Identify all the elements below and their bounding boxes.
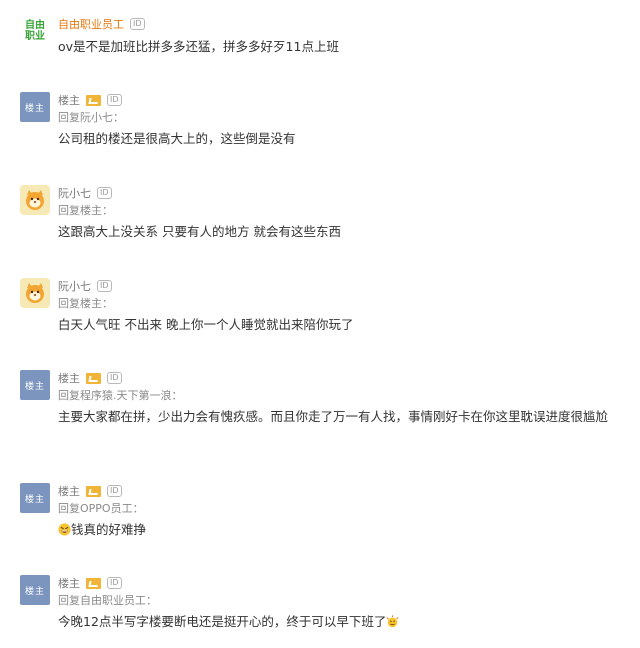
- comment-content: 这跟高大上没关系 只要有人的地方 就会有这些东西: [58, 224, 341, 239]
- host-avatar-text: 楼主: [24, 494, 45, 505]
- comment-content: 公司租的楼还是很高大上的，这些倒是没有: [58, 131, 296, 146]
- reply-to[interactable]: 回复楼主：: [58, 202, 113, 218]
- username[interactable]: 楼主: [58, 483, 80, 499]
- id-badge: ID: [97, 280, 112, 292]
- comment-text: 钱真的好难挣: [71, 522, 147, 537]
- avatar[interactable]: [20, 278, 50, 308]
- comment-meta: 楼主 ID: [58, 92, 122, 108]
- username[interactable]: 楼主: [58, 370, 80, 386]
- vip-badge-icon: [86, 577, 101, 589]
- comment-meta: 楼主 ID: [58, 370, 122, 386]
- id-badge: ID: [107, 485, 122, 497]
- host-avatar-text: 楼主: [24, 103, 45, 114]
- reply-to[interactable]: 回复程序猿.天下第一浪：: [58, 387, 183, 403]
- comment-meta: 自由职业员工 ID: [58, 16, 145, 32]
- username[interactable]: 自由职业员工: [58, 16, 124, 32]
- id-badge: ID: [107, 577, 122, 589]
- avatar[interactable]: 自由职业: [20, 16, 50, 46]
- avatar[interactable]: 楼主: [20, 483, 50, 513]
- cat-face-icon: [26, 283, 44, 303]
- id-badge: ID: [130, 18, 145, 30]
- comment-thread: 自由职业 自由职业员工 ID ov是不是加班比拼多多还猛，拼多多好歹11点上班 …: [0, 0, 640, 648]
- comment-content: ov是不是加班比拼多多还猛，拼多多好歹11点上班: [58, 39, 339, 54]
- comment-content: 白天人气旺 不出来 晚上你一个人睡觉就出来陪你玩了: [58, 317, 354, 332]
- reply-to[interactable]: 回复OPPO员工：: [58, 500, 144, 516]
- comment-content: 钱真的好难挣: [58, 519, 622, 540]
- host-avatar-text: 楼主: [24, 586, 45, 597]
- id-badge: ID: [97, 187, 112, 199]
- vip-badge-icon: [86, 94, 101, 106]
- celebration-emoji: [386, 615, 399, 628]
- comment-text: 今晚12点半写字楼要断电还是挺开心的，终于可以早下班了: [58, 614, 387, 629]
- host-avatar-text: 楼主: [24, 381, 45, 392]
- comment-meta: 楼主 ID: [58, 575, 122, 591]
- comment-meta: 阮小七 ID: [58, 185, 112, 201]
- avatar[interactable]: 楼主: [20, 92, 50, 122]
- username[interactable]: 楼主: [58, 92, 80, 108]
- vip-badge-icon: [86, 372, 101, 384]
- comment-content: 今晚12点半写字楼要断电还是挺开心的，终于可以早下班了: [58, 611, 622, 632]
- cat-face-icon: [26, 190, 44, 210]
- id-badge: ID: [107, 372, 122, 384]
- comment-meta: 阮小七 ID: [58, 278, 112, 294]
- comment-content: 主要大家都在拼，少出力会有愧疚感。而且你走了万一有人找，事情刚好卡在你这里耽误进…: [58, 409, 609, 424]
- username[interactable]: 楼主: [58, 575, 80, 591]
- reply-to[interactable]: 回复楼主：: [58, 295, 113, 311]
- avatar[interactable]: 楼主: [20, 370, 50, 400]
- avatar[interactable]: [20, 185, 50, 215]
- id-badge: ID: [107, 94, 122, 106]
- comment-meta: 楼主 ID: [58, 483, 122, 499]
- grinning-face-emoji: [58, 523, 71, 536]
- avatar[interactable]: 楼主: [20, 575, 50, 605]
- vip-badge-icon: [86, 485, 101, 497]
- reply-to[interactable]: 回复自由职业员工：: [58, 592, 157, 608]
- username[interactable]: 阮小七: [58, 185, 91, 201]
- brand-logo-text: 自由职业: [25, 20, 45, 42]
- username[interactable]: 阮小七: [58, 278, 91, 294]
- reply-to[interactable]: 回复阮小七：: [58, 109, 124, 125]
